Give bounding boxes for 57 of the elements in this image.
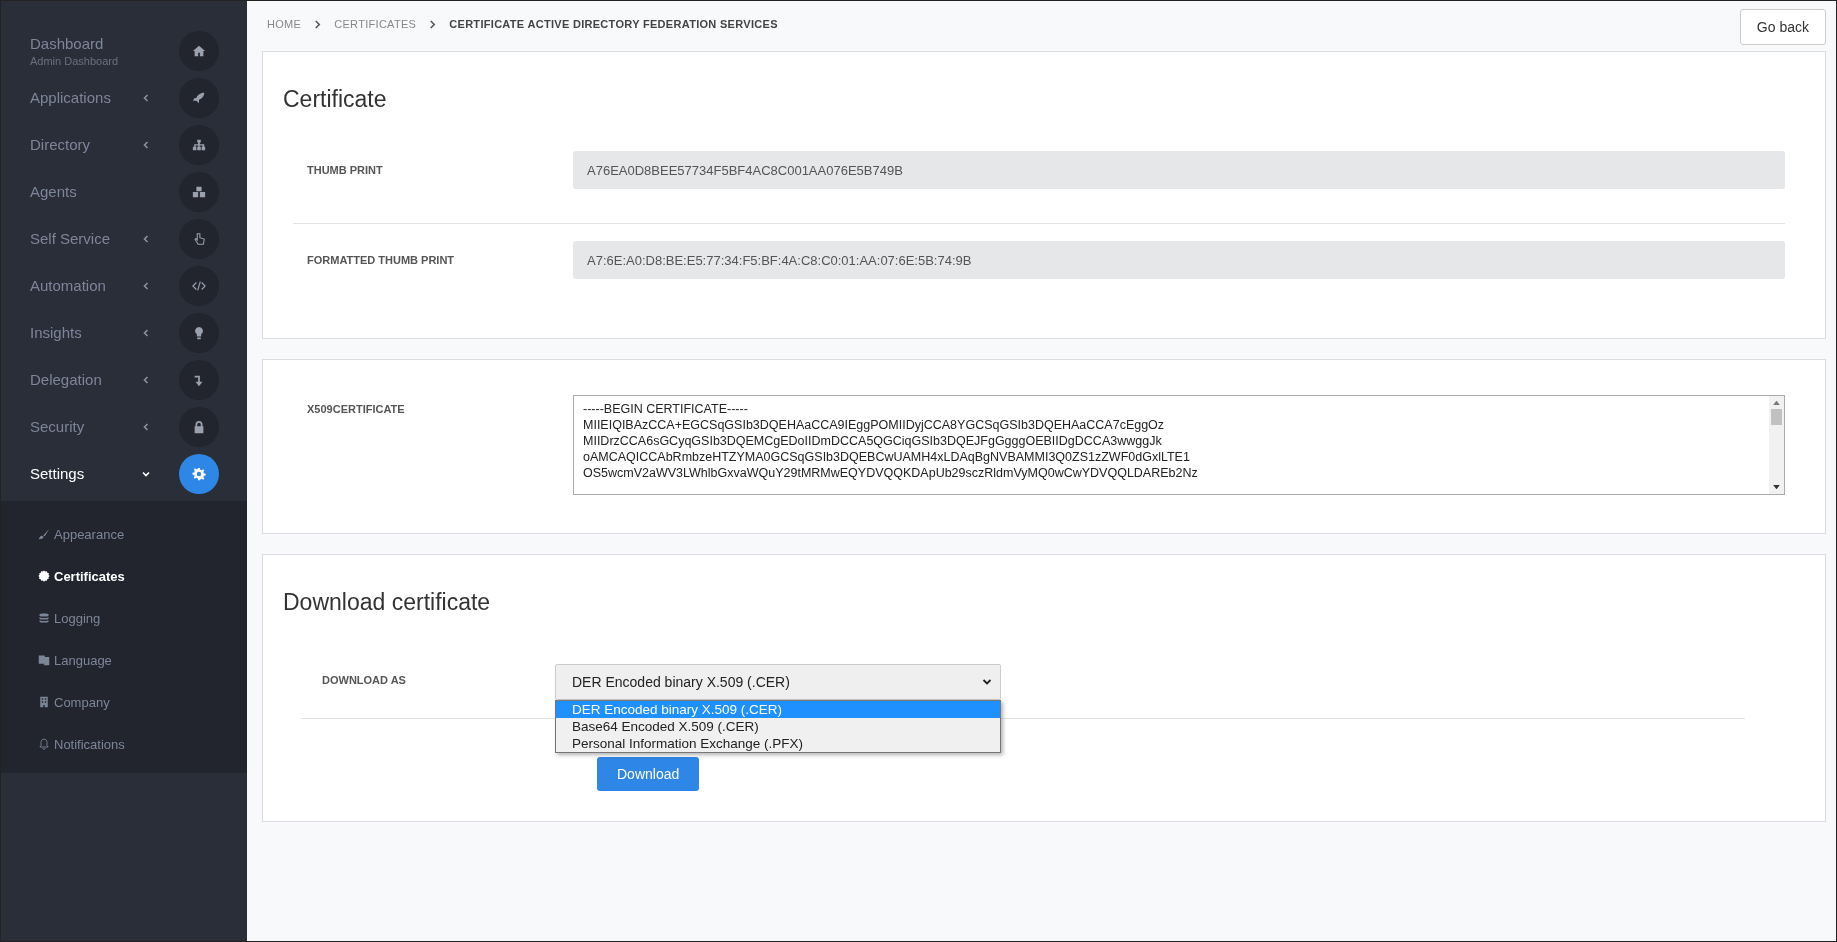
menu-subtitle: Admin Dashboard bbox=[30, 54, 120, 67]
field-label: FORMATTED THUMB PRINT bbox=[307, 254, 456, 266]
go-back-button[interactable]: Go back bbox=[1739, 9, 1826, 45]
scroll-thumb[interactable] bbox=[1771, 409, 1782, 425]
field-label: DOWNLOAD AS bbox=[322, 673, 407, 686]
code-icon bbox=[179, 265, 219, 306]
certificate-icon bbox=[38, 570, 50, 582]
sidebar-item[interactable]: Applications bbox=[1, 74, 247, 121]
dropdown-option[interactable]: Personal Information Exchange (.PFX) bbox=[556, 735, 1000, 752]
submenu-item[interactable]: Appearance bbox=[1, 513, 247, 555]
sitemap-icon bbox=[179, 124, 219, 165]
breadcrumb-item[interactable]: CERTIFICATES bbox=[334, 18, 417, 30]
bulb-icon bbox=[179, 312, 219, 353]
sidebar-item[interactable]: Dashboard Admin Dashboard bbox=[1, 27, 247, 74]
sidebar-item[interactable]: Directory bbox=[1, 121, 247, 168]
chevron-down-icon bbox=[982, 677, 992, 687]
field-label: THUMB PRINT bbox=[307, 164, 384, 176]
card-title: Certificate bbox=[283, 85, 388, 114]
cubes-icon bbox=[179, 171, 219, 212]
readonly-field[interactable]: A76EA0D8BEE57734F5BF4AC8C001AA076E5B749B bbox=[573, 151, 1785, 189]
submenu-item[interactable]: Language bbox=[1, 639, 247, 681]
dropdown-option[interactable]: DER Encoded binary X.509 (.CER) bbox=[556, 701, 1000, 718]
submenu-item[interactable]: Notifications bbox=[1, 723, 247, 765]
hand-icon bbox=[179, 218, 219, 259]
scrollbar[interactable] bbox=[1769, 396, 1784, 494]
chevron-right-icon bbox=[314, 19, 322, 29]
building-icon bbox=[38, 696, 50, 708]
submenu-item[interactable]: Logging bbox=[1, 597, 247, 639]
card-title: Download certificate bbox=[283, 588, 492, 617]
brush-icon bbox=[38, 528, 50, 540]
sidebar-item[interactable]: Delegation bbox=[1, 356, 247, 403]
settings-icon bbox=[179, 453, 219, 494]
field-label: X509CERTIFICATE bbox=[307, 402, 406, 415]
chevron-right-icon bbox=[429, 19, 437, 29]
turn-icon bbox=[179, 359, 219, 400]
dropdown-option[interactable]: Base64 Encoded X.509 (.CER) bbox=[556, 718, 1000, 735]
readonly-field[interactable]: A7:6E:A0:D8:BE:E5:77:34:F5:BF:4A:C8:C0:01:AA:07:6E:5B:74:9B bbox=[573, 241, 1785, 279]
download-button[interactable]: Download bbox=[597, 757, 700, 791]
sidebar-item[interactable]: Automation bbox=[1, 262, 247, 309]
format-dropdown[interactable]: DER Encoded binary X.509 (.CER) bbox=[555, 664, 1001, 700]
rocket-icon bbox=[179, 77, 219, 118]
breadcrumb-item: CERTIFICATE ACTIVE DIRECTORY FEDERATION SERVICES bbox=[449, 18, 778, 30]
sidebar-item[interactable]: Agents bbox=[1, 168, 247, 215]
submenu-item[interactable]: Certificates bbox=[1, 555, 247, 597]
home-icon bbox=[179, 30, 219, 71]
lock-icon bbox=[179, 406, 219, 447]
sidebar-item[interactable]: Security bbox=[1, 403, 247, 450]
database-icon bbox=[38, 612, 50, 624]
breadcrumb-item[interactable]: HOME bbox=[267, 18, 302, 30]
sidebar-item[interactable]: Self Service bbox=[1, 215, 247, 262]
bell-icon bbox=[38, 738, 50, 750]
scroll-down-icon[interactable] bbox=[1773, 485, 1780, 490]
sidebar-item[interactable]: Settings bbox=[1, 450, 247, 497]
certificate-textarea[interactable]: -----BEGIN CERTIFICATE----- MIIEIQIBAzCCA+EGCSqGSIb3DQEHAaCCA9IEggPOMIIDyjCCA8YGCSqGSIb3DQEHAaCCA7cEggOz MIIDrzCCA6sGCyqGSIb3DQEMCgEDoIIDmDCCA5QGCiqGSIb3DQEJFgGgggOEBIIDgDCCA3wwggJk oAMCAQICCAbRmbzeHTZYMA0GCSqGSIb3DQEBCwUAMH4xLDAqBgNVBAMMI3Q0ZS1zZWF0dGxlLTE1 OS5wcmV2aWV3LWhlbGxvaWQuY29tMRMwEQYDVQQKDApUb29sczRldmVyMQ0wCwYDVQQLDAREb2Nz bbox=[573, 395, 1785, 495]
sidebar-item[interactable]: Insights bbox=[1, 309, 247, 356]
submenu-item[interactable]: Company bbox=[1, 681, 247, 723]
scroll-up-icon[interactable] bbox=[1773, 400, 1780, 405]
